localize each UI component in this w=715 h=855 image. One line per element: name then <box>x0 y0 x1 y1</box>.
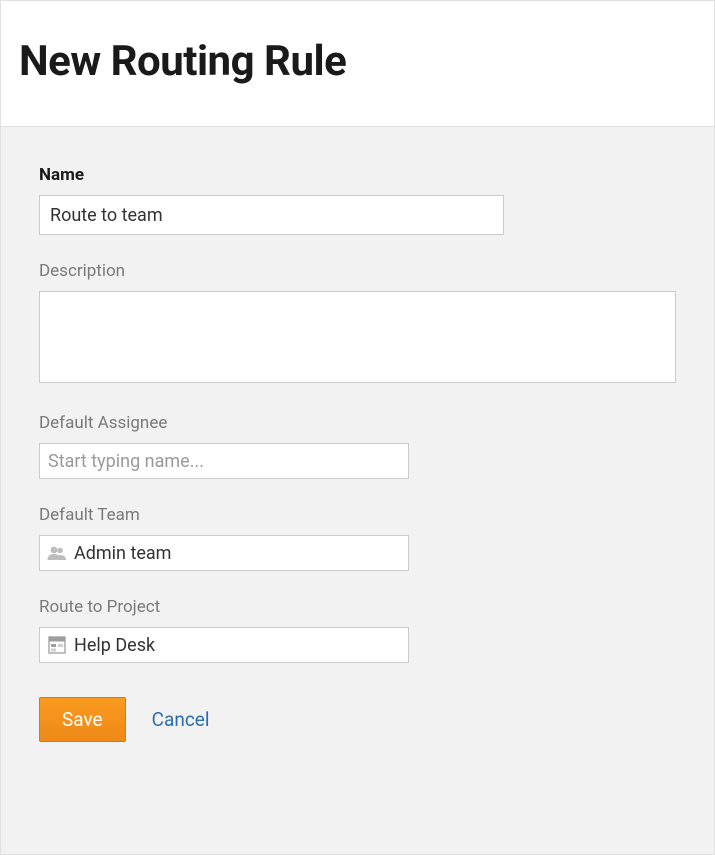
name-group: Name <box>39 165 676 235</box>
project-icon <box>46 634 68 656</box>
name-label: Name <box>39 165 676 185</box>
page-header: New Routing Rule <box>1 1 714 127</box>
routing-rule-form-container: New Routing Rule Name Description Defaul… <box>0 0 715 855</box>
team-icon <box>46 542 68 564</box>
route-to-project-input[interactable] <box>68 628 402 662</box>
default-assignee-group: Default Assignee <box>39 413 676 479</box>
description-group: Description <box>39 261 676 387</box>
route-to-project-picker[interactable] <box>39 627 409 663</box>
save-button[interactable]: Save <box>39 697 126 742</box>
description-textarea[interactable] <box>39 291 676 383</box>
default-team-input[interactable] <box>68 536 402 570</box>
default-assignee-input[interactable] <box>46 444 402 478</box>
default-team-picker[interactable] <box>39 535 409 571</box>
default-assignee-label: Default Assignee <box>39 413 676 433</box>
route-to-project-group: Route to Project <box>39 597 676 663</box>
page-title: New Routing Rule <box>19 37 696 86</box>
actions-row: Save Cancel <box>39 697 676 742</box>
name-input[interactable] <box>39 195 504 235</box>
default-team-label: Default Team <box>39 505 676 525</box>
route-to-project-label: Route to Project <box>39 597 676 617</box>
cancel-link[interactable]: Cancel <box>152 708 210 731</box>
form-area: Name Description Default Assignee Defaul… <box>1 127 714 854</box>
default-assignee-picker[interactable] <box>39 443 409 479</box>
description-label: Description <box>39 261 676 281</box>
default-team-group: Default Team <box>39 505 676 571</box>
